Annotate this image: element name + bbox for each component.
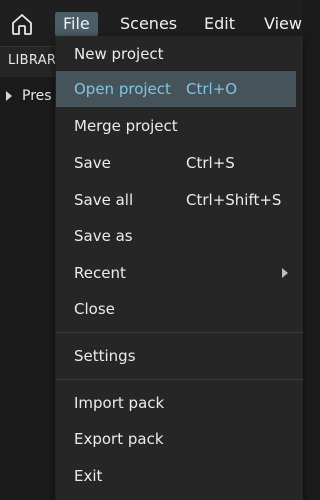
menu-edit[interactable]: Edit [196,12,243,36]
menu-item-label: Exit [74,467,103,485]
submenu-arrow-icon [282,268,288,278]
expand-arrow-icon[interactable] [6,91,12,101]
menu-scenes[interactable]: Scenes [112,12,185,36]
home-icon [12,14,32,35]
menu-item-new-project[interactable]: New project [56,36,296,72]
menu-file[interactable]: File [55,12,98,36]
file-menu-dropdown: New project Open project Ctrl+O Merge pr… [55,36,303,500]
menu-item-label: Export pack [74,430,164,448]
menu-item-save-all[interactable]: Save all Ctrl+Shift+S [56,182,296,218]
menu-item-shortcut: Ctrl+O [186,80,238,98]
menu-item-shortcut: Ctrl+S [186,154,235,172]
menu-item-label: New project [74,45,164,63]
menu-item-save-as[interactable]: Save as [56,218,296,254]
menu-view[interactable]: View [256,12,310,36]
menu-item-open-project[interactable]: Open project Ctrl+O [56,71,296,107]
menu-item-shortcut: Ctrl+Shift+S [186,191,282,209]
tree-item-label: Pres [22,88,52,104]
menu-item-label: Recent [74,264,126,282]
menu-separator [56,332,303,333]
menu-item-label: Save as [74,227,133,245]
menu-item-import-pack[interactable]: Import pack [56,385,296,421]
panel-title: LIBRAR [8,53,57,68]
menu-item-recent[interactable]: Recent [56,255,296,291]
menu-separator [56,379,303,380]
tree-item[interactable]: Pres [6,86,52,106]
menu-item-close[interactable]: Close [56,291,296,327]
menu-item-label: Merge project [74,117,178,135]
menu-item-exit[interactable]: Exit [56,458,296,494]
menu-item-label: Open project [74,80,171,98]
menu-item-save[interactable]: Save Ctrl+S [56,145,296,181]
menu-item-merge-project[interactable]: Merge project [56,108,296,144]
menu-item-label: Close [74,300,115,318]
menu-item-export-pack[interactable]: Export pack [56,421,296,457]
menu-item-label: Settings [74,347,136,365]
menu-item-label: Save [74,154,111,172]
menu-item-settings[interactable]: Settings [56,338,296,374]
home-button[interactable] [6,8,38,40]
menu-item-label: Save all [74,191,134,209]
menu-item-label: Import pack [74,394,165,412]
